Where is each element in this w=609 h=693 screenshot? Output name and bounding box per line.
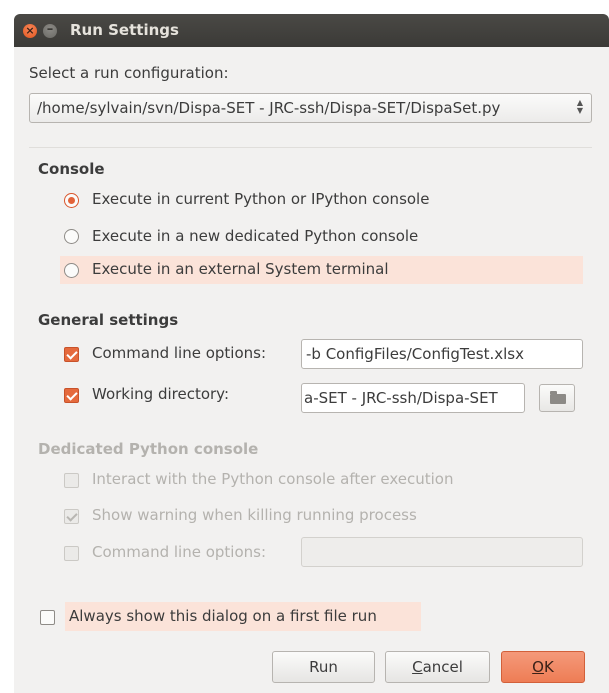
working-dir-value: a-SET - JRC-ssh/Dispa-SET	[304, 389, 498, 407]
radio-external-terminal[interactable]	[64, 263, 79, 278]
dedicated-cmd-input	[301, 537, 583, 567]
ok-label-post: K	[543, 658, 554, 676]
working-dir-checkbox[interactable]	[64, 388, 79, 403]
radio-dedicated-console-label[interactable]: Execute in a new dedicated Python consol…	[92, 227, 418, 245]
cmd-options-label[interactable]: Command line options:	[92, 344, 266, 362]
cancel-label-post: ancel	[422, 658, 463, 676]
show-warning-checkbox	[64, 509, 79, 524]
dedicated-section-title: Dedicated Python console	[38, 440, 259, 458]
working-dir-input[interactable]: a-SET - JRC-ssh/Dispa-SET	[301, 383, 525, 413]
updown-arrows-icon: ▲ ▼	[576, 98, 583, 115]
interact-checkbox	[64, 473, 79, 488]
minimize-icon[interactable]: –	[43, 23, 57, 38]
always-show-checkbox[interactable]	[40, 610, 55, 625]
always-show-label[interactable]: Always show this dialog on a first file …	[69, 607, 377, 625]
run-button[interactable]: Run	[272, 651, 375, 683]
ok-mnemonic: O	[532, 658, 544, 676]
show-warning-label: Show warning when killing running proces…	[92, 506, 417, 524]
cmd-options-value: -b ConfigFiles/ConfigTest.xlsx	[306, 345, 524, 363]
folder-icon	[550, 391, 566, 404]
radio-current-console[interactable]	[64, 193, 79, 208]
interact-label: Interact with the Python console after e…	[92, 470, 454, 488]
browse-folder-button[interactable]	[539, 384, 575, 412]
cancel-mnemonic: C	[412, 658, 423, 676]
run-settings-dialog: Select a run configuration: /home/sylvai…	[14, 47, 609, 693]
cmd-options-checkbox[interactable]	[64, 347, 79, 362]
ok-button[interactable]: OK	[501, 651, 585, 683]
radio-external-terminal-label[interactable]: Execute in an external System terminal	[92, 260, 389, 278]
window-title: Run Settings	[70, 21, 179, 39]
dedicated-cmd-checkbox	[64, 546, 79, 561]
working-dir-label[interactable]: Working directory:	[92, 385, 229, 403]
cancel-button[interactable]: Cancel	[385, 651, 490, 683]
close-icon[interactable]: ×	[23, 24, 37, 38]
run-config-value: /home/sylvain/svn/Dispa-SET - JRC-ssh/Di…	[37, 99, 501, 117]
cmd-options-input[interactable]: -b ConfigFiles/ConfigTest.xlsx	[301, 339, 583, 369]
general-section-title: General settings	[38, 311, 179, 329]
console-section-title: Console	[38, 160, 105, 178]
title-bar: × – Run Settings	[14, 14, 609, 47]
radio-dedicated-console[interactable]	[64, 229, 79, 244]
radio-current-console-label[interactable]: Execute in current Python or IPython con…	[92, 190, 429, 208]
dedicated-cmd-label: Command line options:	[92, 543, 267, 561]
run-config-select[interactable]: /home/sylvain/svn/Dispa-SET - JRC-ssh/Di…	[29, 93, 592, 123]
run-config-label: Select a run configuration:	[29, 64, 229, 82]
